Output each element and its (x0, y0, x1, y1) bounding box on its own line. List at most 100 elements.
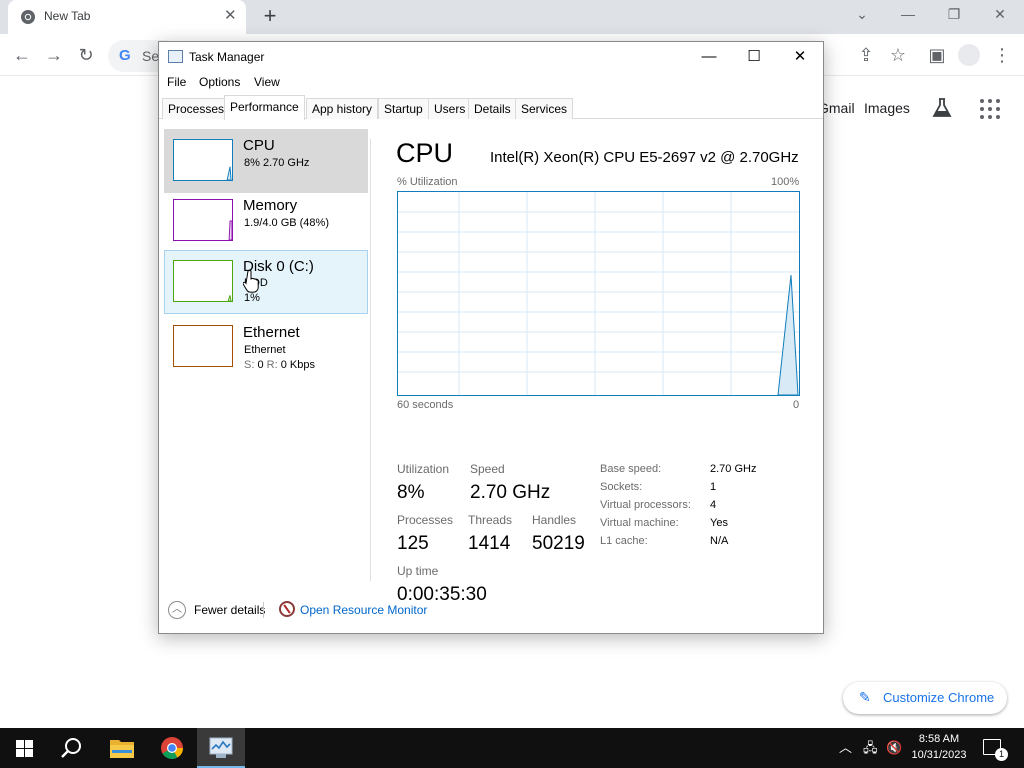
new-tab-button[interactable]: + (259, 4, 281, 28)
processes-label: Processes (397, 513, 454, 527)
fewer-details-button[interactable]: Fewer details (194, 603, 265, 617)
memory-mini-graph (173, 199, 233, 241)
ethernet-mini-graph (173, 325, 233, 367)
resource-item-cpu[interactable]: CPU 8% 2.70 GHz (164, 129, 368, 193)
threads-label: Threads (468, 513, 513, 527)
search-button[interactable] (48, 728, 96, 768)
tab-users[interactable]: Users (428, 98, 472, 119)
uptime-label: Up time (397, 564, 439, 578)
browser-tab-new-tab[interactable]: New Tab ✕ (8, 0, 246, 34)
speed-value: 2.70 GHz (470, 482, 551, 503)
menu-options[interactable]: Options (199, 75, 240, 89)
chrome-tab-strip: New Tab ✕ + ⌄ — ❐ ✕ (0, 0, 1024, 34)
windows-logo-icon (16, 740, 33, 757)
spec-label: Virtual machine: (600, 517, 679, 529)
task-manager-window: Task Manager — ☐ ✕ File Options View Pro… (158, 41, 824, 634)
google-g-icon: G (119, 47, 131, 64)
browser-minimize-button[interactable]: — (898, 5, 918, 23)
handles-value: 50219 (532, 533, 585, 554)
customize-chrome-button[interactable]: ✎ Customize Chrome (843, 682, 1007, 714)
open-resource-monitor-link[interactable]: Open Resource Monitor (300, 603, 427, 617)
task-manager-titlebar[interactable]: Task Manager — ☐ ✕ (159, 42, 823, 72)
google-apps-icon[interactable] (979, 98, 1001, 120)
utilization-label: Utilization (397, 462, 450, 476)
resource-name: CPU (243, 137, 275, 154)
browser-close-button[interactable]: ✕ (990, 5, 1010, 23)
footer-separator (263, 602, 264, 618)
browser-restore-button[interactable]: ❐ (944, 5, 964, 23)
tab-search-chevron-icon[interactable]: ⌄ (852, 5, 872, 23)
images-link[interactable]: Images (864, 100, 910, 116)
back-arrow-icon[interactable]: ← (12, 45, 32, 65)
network-icon[interactable]: 🖧 (863, 740, 878, 756)
menu-file[interactable]: File (167, 75, 186, 89)
tab-startup[interactable]: Startup (378, 98, 429, 119)
share-icon[interactable]: ⇪ (856, 45, 876, 65)
menu-bar: File Options View (159, 72, 823, 94)
resource-monitor-icon[interactable] (279, 601, 295, 617)
minimize-button[interactable]: — (697, 46, 721, 68)
tab-services[interactable]: Services (515, 98, 574, 119)
task-manager-app-icon (168, 50, 183, 63)
resource-item-disk[interactable]: Disk 0 (C:) HDD 1% (164, 250, 368, 314)
side-panel-icon[interactable]: ▣ (927, 45, 947, 65)
tab-app-history[interactable]: App history (306, 98, 379, 119)
resource-name: Ethernet (243, 324, 300, 341)
close-button[interactable]: ✕ (788, 46, 812, 68)
resource-throughput: S: 0 R: 0 Kbps (244, 359, 315, 371)
handles-label: Handles (532, 513, 577, 527)
tab-details[interactable]: Details (468, 98, 517, 119)
processes-value: 125 (397, 533, 429, 554)
notification-count-badge: 1 (995, 748, 1008, 761)
tab-processes[interactable]: Processes (162, 98, 231, 119)
pencil-icon: ✎ (859, 689, 871, 705)
disk-mini-graph (173, 260, 233, 302)
action-center-icon[interactable]: 1 (983, 739, 1008, 761)
folder-icon (110, 740, 134, 758)
close-tab-icon[interactable]: ✕ (224, 8, 237, 24)
bookmark-star-icon[interactable]: ☆ (888, 45, 908, 65)
spec-value: 2.70 GHz (710, 463, 757, 475)
task-manager-taskbar-button[interactable] (197, 728, 245, 768)
tab-strip: Processes Performance App history Startu… (159, 95, 823, 120)
start-button[interactable] (0, 728, 48, 768)
graph-time-span: 60 seconds (397, 399, 454, 411)
cpu-title: CPU (396, 138, 454, 168)
clock-time: 8:58 AM (918, 733, 960, 745)
labs-flask-icon[interactable] (931, 97, 953, 119)
menu-view[interactable]: View (254, 75, 280, 89)
chrome-taskbar-button[interactable] (148, 728, 196, 768)
forward-arrow-icon[interactable]: → (44, 45, 64, 65)
utilization-value: 8% (397, 482, 425, 503)
show-hidden-icons-chevron-icon[interactable]: ︿ (839, 740, 852, 756)
chrome-menu-icon[interactable]: ⋮ (992, 45, 1012, 65)
utilization-axis-max: 100% (771, 176, 800, 188)
chevron-up-icon[interactable]: ︿ (168, 601, 186, 619)
window-title: Task Manager (189, 50, 265, 64)
hand-cursor-icon (243, 270, 259, 293)
clock-date: 10/31/2023 (911, 749, 967, 761)
maximize-button[interactable]: ☐ (742, 46, 766, 68)
resource-detail: 1.9/4.0 GB (48%) (244, 217, 329, 229)
file-explorer-button[interactable] (98, 728, 146, 768)
spec-label: Base speed: (600, 463, 662, 475)
resource-item-ethernet[interactable]: Ethernet Ethernet S: 0 R: 0 Kbps (164, 316, 368, 380)
graph-axis-min: 0 (793, 399, 800, 411)
cpu-detail-pane: CPU Intel(R) Xeon(R) CPU E5-2697 v2 @ 2.… (371, 120, 823, 605)
spec-label: L1 cache: (600, 535, 648, 547)
profile-avatar[interactable] (958, 44, 980, 66)
resource-detail: 8% 2.70 GHz (244, 157, 310, 169)
cpu-mini-graph (173, 139, 233, 181)
reload-icon[interactable]: ↻ (76, 45, 96, 65)
chrome-favicon-icon (21, 10, 35, 24)
resource-item-memory[interactable]: Memory 1.9/4.0 GB (48%) (164, 189, 368, 253)
volume-muted-icon[interactable]: 🔇 (886, 740, 902, 756)
speed-label: Speed (470, 462, 505, 476)
resource-detail: Ethernet (244, 344, 286, 356)
system-clock[interactable]: 8:58 AM 10/31/2023 (905, 731, 973, 763)
tab-performance[interactable]: Performance (224, 95, 305, 120)
spec-value: 1 (710, 481, 717, 493)
windows-taskbar: ︿ 🖧 🔇 8:58 AM 10/31/2023 1 (0, 728, 1024, 768)
utilization-axis-label: % Utilization (397, 176, 458, 188)
cpu-utilization-graph (397, 191, 800, 396)
